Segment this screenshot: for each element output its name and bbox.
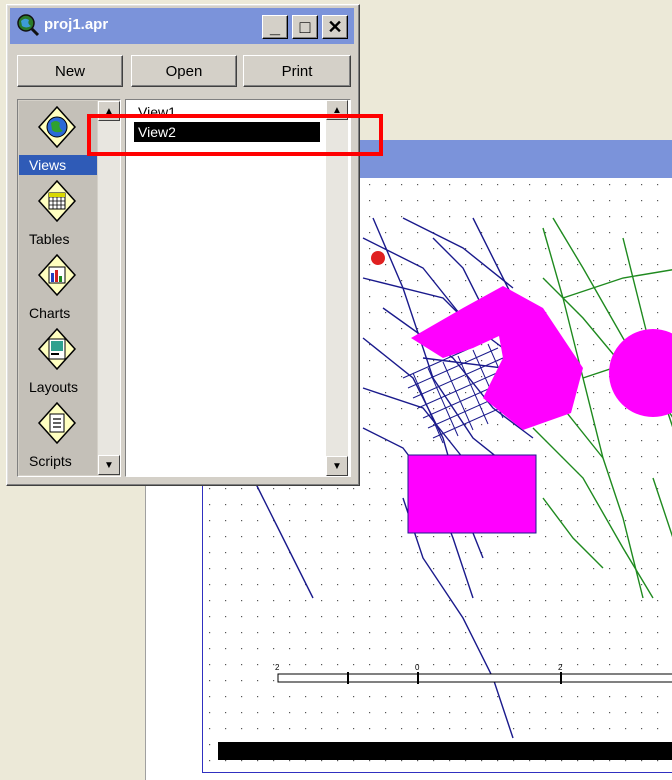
close-icon: ✕ <box>327 16 343 37</box>
page-shadow <box>218 742 672 760</box>
charts-bar-icon <box>37 253 77 297</box>
doc-type-charts[interactable]: Charts <box>19 251 97 325</box>
doc-type-tables[interactable]: Tables <box>19 177 97 251</box>
layouts-page-icon <box>37 327 77 371</box>
doc-type-views[interactable]: Views <box>19 103 97 177</box>
red-marker <box>371 251 385 265</box>
project-window: proj1.apr _ □ ✕ New Open Print Views Tab… <box>6 4 360 486</box>
doc-type-label: Charts <box>29 305 71 321</box>
magenta-circle <box>609 329 672 417</box>
doc-type-label: Tables <box>29 231 70 247</box>
scale-bar: 2 0 2 <box>275 663 672 684</box>
doc-type-label: Layouts <box>29 379 79 395</box>
magenta-polygon-curve <box>411 286 583 430</box>
doc-type-layouts[interactable]: Layouts <box>19 325 97 399</box>
arrow-down-icon: ▼ <box>104 459 114 471</box>
maximize-button[interactable]: □ <box>292 15 318 39</box>
project-app-icon <box>17 14 40 37</box>
new-button[interactable]: New <box>17 55 123 87</box>
views-globe-icon <box>37 105 77 149</box>
close-button[interactable]: ✕ <box>322 15 348 39</box>
doc-type-scrollbar[interactable]: ▲ ▼ <box>98 101 120 475</box>
scale-label-3: 2 <box>558 663 563 672</box>
project-title: proj1.apr <box>44 16 109 33</box>
minimize-icon: _ <box>269 16 280 37</box>
magenta-rectangle <box>407 454 537 534</box>
scroll-down-button[interactable]: ▼ <box>98 455 120 475</box>
doc-type-label: Scripts <box>29 453 72 469</box>
maximize-icon: □ <box>299 16 311 37</box>
highlight-box <box>87 114 383 156</box>
print-button[interactable]: Print <box>243 55 351 87</box>
scale-label-1: 2 <box>275 663 280 672</box>
document-list-scrollbar[interactable]: ▲ ▼ <box>326 100 348 476</box>
minimize-button[interactable]: _ <box>262 15 288 39</box>
doc-type-label: Views <box>19 155 97 175</box>
scripts-page-icon <box>37 401 77 445</box>
doc-type-scripts[interactable]: Scripts <box>19 399 97 473</box>
scroll-down-button[interactable]: ▼ <box>326 456 348 476</box>
open-button[interactable]: Open <box>131 55 237 87</box>
scale-label-2: 0 <box>415 663 420 672</box>
tables-grid-icon <box>37 179 77 223</box>
arrow-down-icon: ▼ <box>332 460 342 472</box>
project-titlebar[interactable]: proj1.apr _ □ ✕ <box>10 8 354 44</box>
